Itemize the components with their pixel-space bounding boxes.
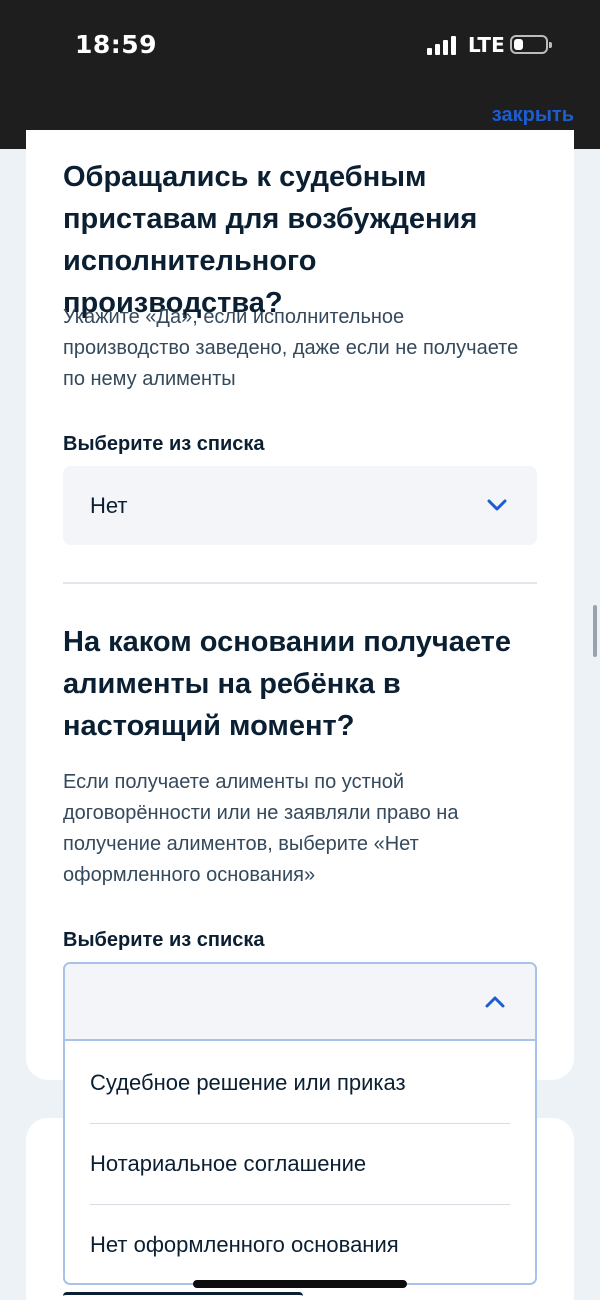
select-label: Выберите из списка (63, 929, 265, 951)
option-label: Нотариальное соглашение (90, 1151, 367, 1176)
question-title: На каком основании получаете алименты на… (63, 626, 511, 742)
select-field[interactable] (65, 964, 535, 1041)
basis-select-open[interactable]: Судебное решение или приказ Нотариальное… (63, 962, 537, 1285)
select-value: Нет (90, 493, 128, 518)
close-link[interactable]: закрыть (492, 104, 574, 127)
status-bar: 18:59 LTE (0, 0, 600, 92)
option-label: Нет оформленного основания (90, 1232, 399, 1257)
divider (63, 582, 537, 584)
home-indicator[interactable] (193, 1280, 407, 1288)
question-hint: Если получаете алименты по устной догово… (63, 771, 459, 886)
option-court-decision[interactable]: Судебное решение или приказ (90, 1043, 510, 1124)
select-label: Выберите из списка (63, 433, 265, 455)
option-no-basis[interactable]: Нет оформленного основания (90, 1205, 510, 1283)
enforcement-select[interactable]: Нет (63, 466, 537, 545)
signal-icon (427, 35, 459, 55)
question-hint: Укажите «Да», если исполнительное произв… (63, 306, 519, 390)
battery-icon (510, 35, 552, 54)
option-label: Судебное решение или приказ (90, 1070, 406, 1095)
status-time: 18:59 (75, 30, 158, 59)
question-title: Обращались к судебным приставам для возб… (63, 161, 478, 319)
next-question-peek (63, 1292, 303, 1300)
chevron-down-icon (487, 499, 507, 511)
option-notarial-agreement[interactable]: Нотариальное соглашение (90, 1124, 510, 1205)
scrollbar[interactable] (593, 605, 597, 657)
chevron-up-icon[interactable] (485, 996, 505, 1008)
network-type: LTE (468, 33, 505, 57)
